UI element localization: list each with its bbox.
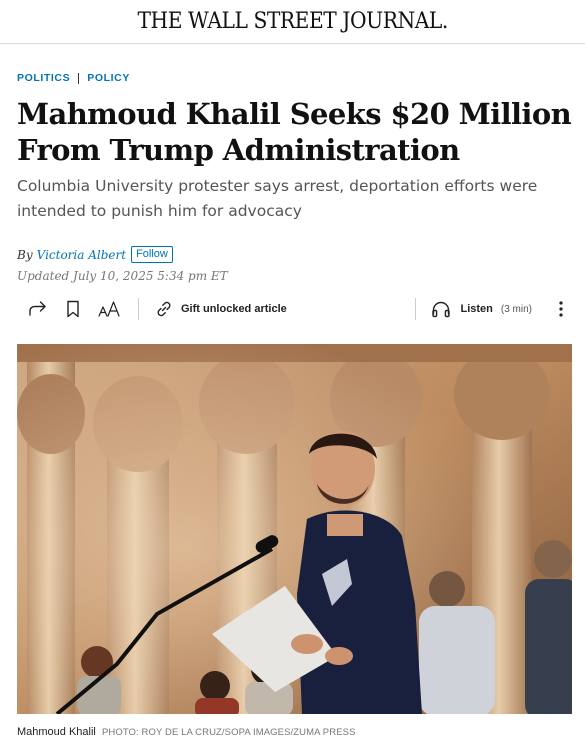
share-icon[interactable] [27,298,49,320]
byline: By Victoria Albert Follow [17,246,173,263]
follow-author-button[interactable]: Follow [131,246,173,263]
author-link[interactable]: Victoria Albert [37,248,126,262]
breadcrumb-separator [78,72,80,84]
photo-caption: Mahmoud Khalil PHOTO: ROY DE LA CRUZ/SOP… [17,726,356,738]
caption-text: Mahmoud Khalil [17,726,96,738]
breadcrumb-item-politics[interactable]: POLITICS [17,72,70,84]
wsj-logo[interactable]: THE WALL STREET JOURNAL. [137,9,448,34]
toolbar-divider [138,298,139,320]
photo-credit: PHOTO: ROY DE LA CRUZ/SOPA IMAGES/ZUMA P… [101,727,356,738]
gift-article-button[interactable]: Gift unlocked article [153,298,287,320]
article-photo[interactable] [17,344,572,714]
gift-article-label: Gift unlocked article [181,303,287,315]
bookmark-icon[interactable] [62,298,84,320]
more-vertical-icon[interactable] [550,298,572,320]
breadcrumb: POLITICS POLICY [17,72,130,84]
article-dek: Columbia University protester says arres… [17,177,538,220]
article-toolbar: Gift unlocked article Listen (3 min) [17,294,572,324]
listen-label: Listen [460,303,493,315]
breadcrumb-item-policy[interactable]: POLICY [87,72,130,84]
updated-timestamp: Updated July 10, 2025 5:34 pm ET [17,269,228,283]
headphones-icon [430,298,452,320]
gift-link-icon [153,298,175,320]
article-headline: Mahmoud Khalil Seeks $20 Million From Tr… [17,97,572,167]
toolbar-divider [415,298,417,320]
byline-prefix: By [17,247,33,262]
text-size-icon[interactable] [97,298,123,320]
listen-button[interactable]: Listen (3 min) [430,298,532,320]
listen-duration: (3 min) [500,303,532,315]
masthead: THE WALL STREET JOURNAL. [0,0,585,44]
